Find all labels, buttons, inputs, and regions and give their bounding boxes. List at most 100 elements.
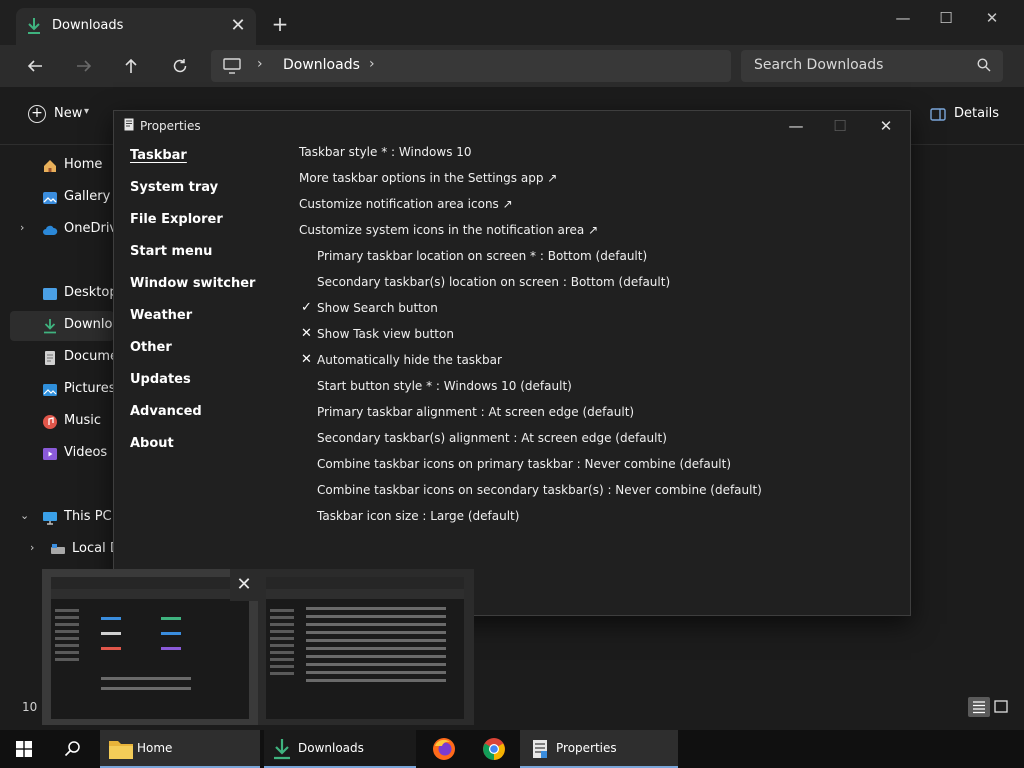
search-icon xyxy=(64,741,80,757)
address-bar[interactable]: › Downloads › xyxy=(211,50,731,82)
search-placeholder: Search Downloads xyxy=(754,57,884,73)
chevron-right-icon[interactable]: › xyxy=(20,221,24,234)
option-item[interactable]: Taskbar icon size : Large (default) xyxy=(317,509,519,523)
category-start-menu[interactable]: Start menu xyxy=(130,244,212,259)
maximize-icon: ☐ xyxy=(833,117,847,135)
details-button[interactable]: Details xyxy=(928,105,1008,129)
option-item[interactable]: Automatically hide the taskbar xyxy=(317,353,502,367)
category-other[interactable]: Other xyxy=(130,340,172,355)
option-item[interactable]: More taskbar options in the Settings app… xyxy=(299,171,557,185)
sidebar-item-desktop[interactable]: Desktop xyxy=(10,279,114,309)
windows-logo-icon xyxy=(16,741,32,757)
download-icon xyxy=(274,739,290,760)
breadcrumb-downloads[interactable]: Downloads xyxy=(283,57,360,73)
gallery-icon xyxy=(43,192,57,204)
sidebar-item-label: Music xyxy=(64,413,101,428)
refresh-icon[interactable] xyxy=(165,51,195,81)
sidebar-item-home[interactable]: Home xyxy=(10,151,114,181)
minimize-icon[interactable]: — xyxy=(776,115,816,137)
taskbar-item-downloads[interactable]: Downloads xyxy=(264,730,416,768)
chevron-right-icon[interactable]: › xyxy=(257,56,263,72)
category-taskbar[interactable]: Taskbar xyxy=(130,148,187,163)
sidebar-item-videos[interactable]: Videos xyxy=(10,439,114,469)
category-window-switcher[interactable]: Window switcher xyxy=(130,276,255,291)
details-view-icon[interactable] xyxy=(968,697,990,717)
checkmark-icon: ✓ xyxy=(301,300,312,315)
new-tab-button[interactable]: + xyxy=(268,12,292,36)
sidebar-item-documents[interactable]: Documents xyxy=(10,343,114,373)
sidebar-item-pictures[interactable]: Pictures xyxy=(10,375,114,405)
option-item[interactable]: Customize notification area icons ↗ xyxy=(299,197,513,211)
thumbnail-close-icon[interactable]: ✕ xyxy=(230,569,258,601)
taskbar-item-properties[interactable]: Properties xyxy=(520,730,678,768)
properties-app-icon xyxy=(124,118,134,131)
option-item[interactable]: Primary taskbar alignment : At screen ed… xyxy=(317,405,634,419)
up-arrow-icon[interactable] xyxy=(116,51,146,81)
sidebar-item-label: Home xyxy=(64,157,103,172)
details-pane-icon xyxy=(930,108,946,121)
option-item[interactable]: Secondary taskbar(s) alignment : At scre… xyxy=(317,431,667,445)
option-item[interactable]: Taskbar style * : Windows 10 xyxy=(299,145,472,159)
tab-downloads[interactable]: Downloads ✕ xyxy=(16,8,256,46)
sidebar-item-label: Documents xyxy=(64,349,114,364)
option-item[interactable]: Secondary taskbar(s) location on screen … xyxy=(317,275,670,289)
category-system-tray[interactable]: System tray xyxy=(130,180,218,195)
option-item[interactable]: Primary taskbar location on screen * : B… xyxy=(317,249,647,263)
drive-icon xyxy=(51,544,65,554)
tab-label: Downloads xyxy=(52,18,124,33)
category-updates[interactable]: Updates xyxy=(130,372,191,387)
firefox-icon xyxy=(433,738,455,760)
sidebar-item-label: Pictures xyxy=(64,381,114,396)
tab-close-icon[interactable]: ✕ xyxy=(226,14,250,38)
chrome-icon xyxy=(483,738,505,760)
close-window-icon[interactable]: ✕ xyxy=(969,4,1015,32)
search-box[interactable]: Search Downloads xyxy=(741,50,1003,82)
taskbar-item-label: Home xyxy=(137,741,173,755)
close-dialog-icon[interactable]: ✕ xyxy=(866,115,906,137)
picture-icon xyxy=(43,384,57,396)
taskbar-item-firefox[interactable] xyxy=(426,730,462,768)
category-about[interactable]: About xyxy=(130,436,174,451)
sidebar-item-label: This PC xyxy=(64,509,112,524)
music-icon xyxy=(43,415,57,429)
thumbnail-home-window[interactable] xyxy=(51,577,249,719)
sidebar-item-gallery[interactable]: Gallery xyxy=(10,183,114,213)
sidebar-item-this-pc[interactable]: ⌄ This PC xyxy=(10,503,114,533)
option-item[interactable]: Customize system icons in the notificati… xyxy=(299,223,598,237)
back-arrow-icon[interactable] xyxy=(20,51,50,81)
download-icon xyxy=(28,18,40,34)
sidebar-item-downloads[interactable]: Downloads xyxy=(10,311,114,341)
sidebar-item-label: OneDrive xyxy=(64,221,114,236)
minimize-icon[interactable]: — xyxy=(880,4,926,32)
option-item[interactable]: Combine taskbar icons on secondary taskb… xyxy=(317,483,762,497)
category-weather[interactable]: Weather xyxy=(130,308,192,323)
taskbar-search-button[interactable] xyxy=(48,730,96,768)
option-item[interactable]: Combine taskbar icons on primary taskbar… xyxy=(317,457,731,471)
video-icon xyxy=(43,448,57,460)
chevron-down-icon[interactable]: ⌄ xyxy=(20,509,29,522)
option-item[interactable]: Show Search button xyxy=(317,301,438,315)
category-advanced[interactable]: Advanced xyxy=(130,404,202,419)
option-item[interactable]: Show Task view button xyxy=(317,327,454,341)
category-file-explorer[interactable]: File Explorer xyxy=(130,212,223,227)
dialog-title: Properties xyxy=(140,119,201,133)
option-item[interactable]: Start button style * : Windows 10 (defau… xyxy=(317,379,572,393)
taskbar-item-label: Downloads xyxy=(298,741,364,755)
maximize-icon[interactable]: ☐ xyxy=(923,4,969,32)
new-label: New xyxy=(54,106,83,121)
taskbar-item-label: Properties xyxy=(556,741,617,755)
sidebar-item-local-disk[interactable]: › Local Disk xyxy=(10,535,114,565)
start-button[interactable] xyxy=(0,730,48,768)
taskbar-item-home[interactable]: Home xyxy=(100,730,260,768)
forward-arrow-icon[interactable] xyxy=(69,51,99,81)
thumbnail-downloads-window[interactable] xyxy=(266,577,464,719)
home-icon xyxy=(44,160,56,172)
chevron-right-icon[interactable]: › xyxy=(369,56,375,72)
taskbar-item-chrome[interactable] xyxy=(476,730,512,768)
sidebar-item-music[interactable]: Music xyxy=(10,407,114,437)
chevron-right-icon[interactable]: › xyxy=(30,541,34,554)
tiles-view-icon[interactable] xyxy=(990,697,1012,717)
status-item-count: 10 items xyxy=(22,700,44,714)
cross-icon: ✕ xyxy=(301,352,312,367)
sidebar-item-onedrive[interactable]: › OneDrive xyxy=(10,215,114,245)
